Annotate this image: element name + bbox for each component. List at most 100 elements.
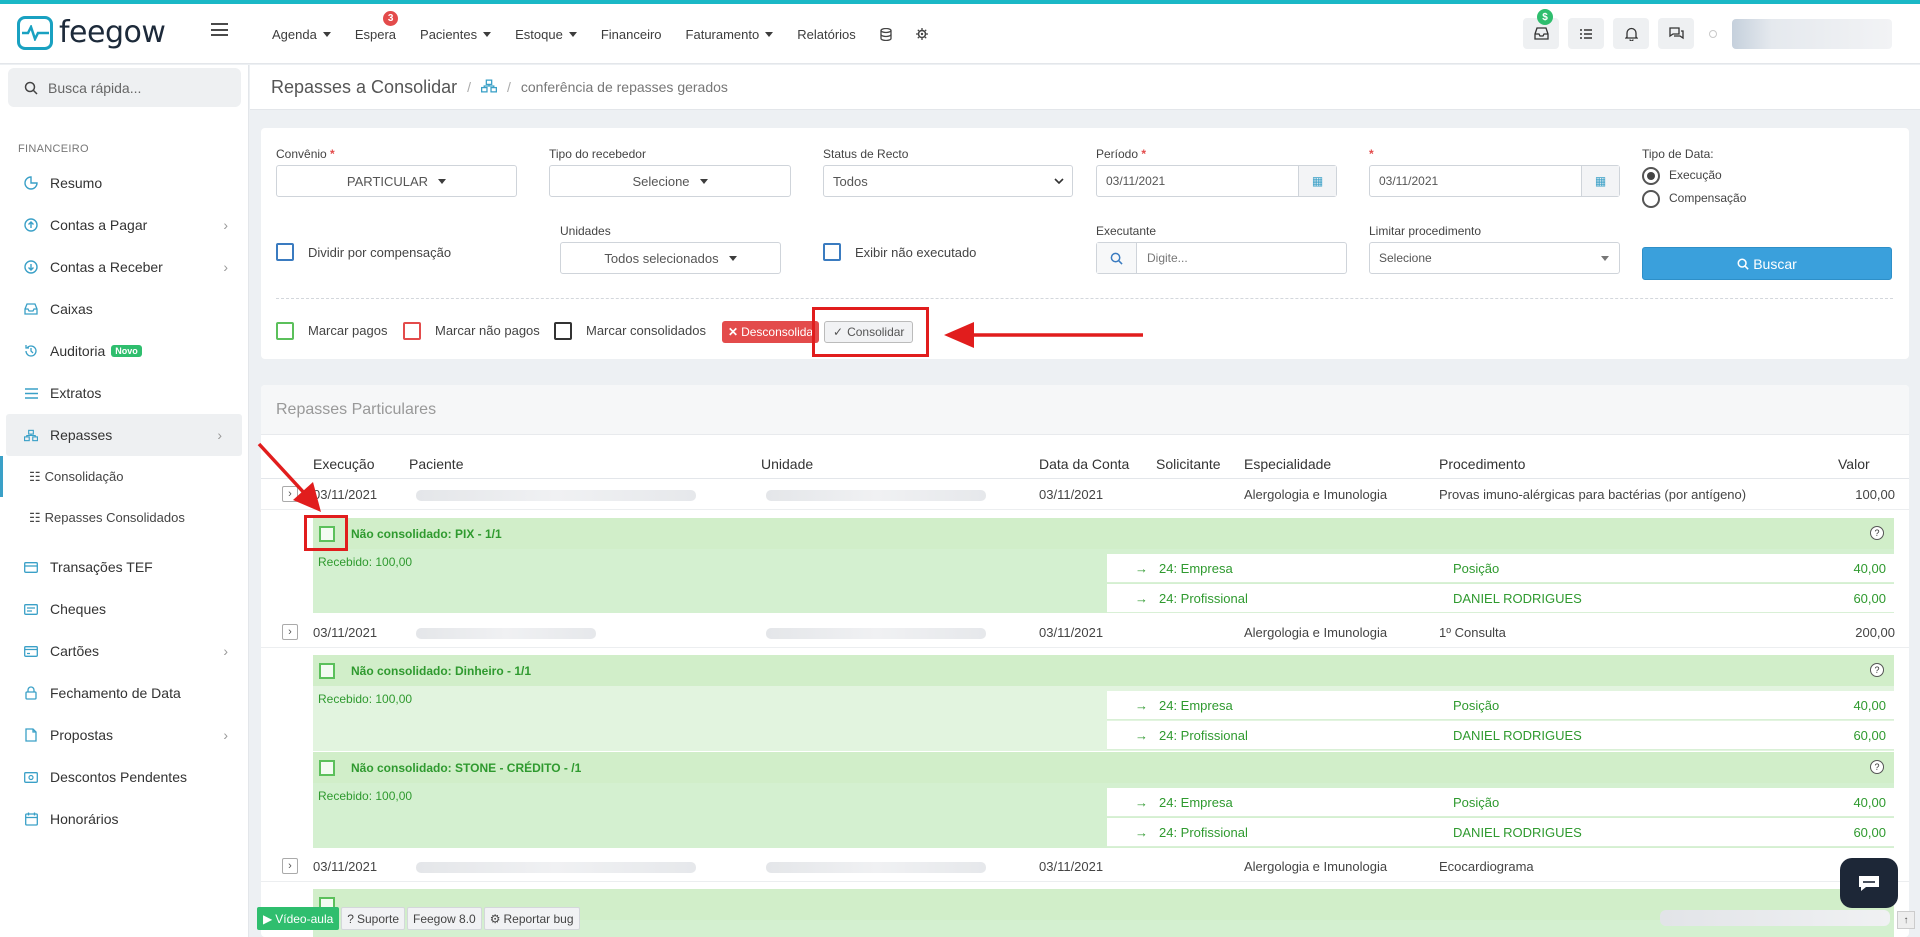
split-valor: 40,00	[1853, 561, 1886, 576]
suporte-button[interactable]: ? Suporte	[341, 907, 405, 930]
table-row[interactable]: › 03/11/2021 03/11/2021 Alergologia e Im…	[261, 480, 1909, 510]
chat-widget-button[interactable]	[1840, 858, 1898, 908]
table-row[interactable]: › 03/11/2021 03/11/2021 Alergologia e Im…	[261, 852, 1909, 882]
limitar-procedimento-label: Limitar procedimento	[1369, 224, 1482, 238]
tasks-button[interactable]	[1568, 18, 1604, 49]
periodo-inicio-input[interactable]: 03/11/2021 ▦	[1096, 165, 1337, 197]
marcar-nao-pagos-checkbox[interactable]	[403, 322, 421, 340]
chevron-right-icon[interactable]: ›	[282, 858, 298, 874]
split-nome: DANIEL RODRIGUES	[1453, 728, 1582, 743]
sidebar-item-auditoria[interactable]: Auditoria Novo	[0, 330, 248, 372]
sidebar-subitem-consolidacao[interactable]: ☷ Consolidação	[0, 456, 248, 497]
tipo-recebedor-select[interactable]: Selecione	[549, 165, 791, 197]
inbox-button[interactable]: $	[1523, 9, 1559, 49]
money-icon	[24, 770, 38, 784]
calendar-icon[interactable]: ▦	[1581, 166, 1619, 196]
unidades-select[interactable]: Todos selecionados	[560, 242, 781, 274]
sidebar-item-contas-a-receber[interactable]: Contas a Receber ›	[0, 246, 248, 288]
database-icon[interactable]	[880, 27, 892, 41]
chevron-right-icon[interactable]: ›	[282, 624, 298, 640]
payment-group: Não consolidado: STONE - CRÉDITO - /1 ? …	[313, 752, 1894, 848]
marcar-pagos-checkbox[interactable]	[276, 322, 294, 340]
dividir-compensacao-checkbox[interactable]	[276, 243, 294, 261]
table-row[interactable]: › 03/11/2021 03/11/2021 Alergologia e Im…	[261, 618, 1909, 648]
nav-espera[interactable]: Espera 3	[355, 10, 399, 42]
split-conta: 24: Profissional	[1159, 728, 1248, 743]
executante-input[interactable]: Digite...	[1096, 242, 1347, 274]
nav-faturamento[interactable]: Faturamento	[686, 27, 774, 42]
nav-pacientes[interactable]: Pacientes	[420, 27, 492, 42]
chevron-right-icon: ›	[217, 427, 222, 443]
sidebar-subitem-repasses-consolidados[interactable]: ☷ Repasses Consolidados	[0, 497, 248, 538]
status-select[interactable]: Todos	[823, 165, 1073, 197]
scroll-up-button[interactable]: ↑	[1897, 911, 1915, 929]
sidebar-item-caixas[interactable]: Caixas	[0, 288, 248, 330]
sidebar-item-honorarios[interactable]: Honorários	[0, 798, 248, 840]
sidebar-item-cartoes[interactable]: Cartões ›	[0, 630, 248, 672]
nav-agenda[interactable]: Agenda	[272, 27, 331, 42]
marcar-consolidados-label: Marcar consolidados	[586, 323, 706, 338]
cell-valor: 200,00	[1855, 625, 1895, 640]
consolidate-checkbox[interactable]	[319, 760, 335, 776]
reportar-bug-label: Reportar bug	[503, 911, 574, 926]
dividir-compensacao-label: Dividir por compensação	[308, 245, 452, 260]
chat-button[interactable]	[1658, 18, 1694, 49]
arrow-right-icon: →	[1135, 561, 1148, 576]
sidebar-item-cheques[interactable]: Cheques	[0, 588, 248, 630]
exibir-nao-executado-checkbox[interactable]	[823, 243, 841, 261]
sidebar-item-extratos[interactable]: Extratos	[0, 372, 248, 414]
user-menu-avatar[interactable]	[1732, 18, 1892, 49]
hierarchy-icon	[24, 428, 38, 442]
convenio-select[interactable]: PARTICULAR	[276, 165, 517, 197]
sidebar-item-transacoes-tef[interactable]: Transações TEF	[0, 546, 248, 588]
chevron-down-icon	[1601, 255, 1609, 261]
sidebar-section-title: FINANCEIRO	[18, 143, 89, 155]
marcar-consolidados-checkbox[interactable]	[554, 322, 572, 340]
sidebar-item-label: Resumo	[50, 175, 103, 191]
sidebar-subitem-label: Consolidação	[44, 469, 124, 484]
settings-gear-icon[interactable]	[915, 28, 928, 40]
status-label: Status de Recto	[823, 147, 909, 161]
sidebar-item-repasses[interactable]: Repasses ›	[6, 414, 242, 456]
recebido-value: Recebido: 100,00	[318, 555, 413, 569]
video-aula-button[interactable]: ▶ Vídeo-aula	[257, 907, 340, 930]
radio-execucao-label: Execução	[1669, 168, 1722, 182]
nav-financeiro[interactable]: Financeiro	[601, 27, 662, 42]
sidebar-item-fechamento-de-data[interactable]: Fechamento de Data	[0, 672, 248, 714]
limitar-procedimento-select[interactable]: Selecione	[1369, 242, 1620, 274]
periodo-fim-value: 03/11/2021	[1379, 174, 1439, 188]
page-title: Repasses a Consolidar	[271, 76, 458, 97]
buscar-button[interactable]: Buscar	[1642, 247, 1892, 280]
help-icon[interactable]: ?	[1870, 663, 1884, 677]
radio-execucao[interactable]	[1642, 167, 1660, 185]
logo-text: feegow	[59, 15, 166, 50]
desconsolidar-button[interactable]: ✕ Desconsolida	[722, 321, 820, 343]
help-icon[interactable]: ?	[1870, 760, 1884, 774]
radio-compensacao[interactable]	[1642, 190, 1660, 208]
split-row: → 24: Profissional DANIEL RODRIGUES 60,0…	[1107, 721, 1894, 750]
sidebar-item-propostas[interactable]: Propostas ›	[0, 714, 248, 756]
reportar-bug-button[interactable]: ⚙ Reportar bug	[483, 907, 580, 930]
calendar-icon[interactable]: ▦	[1298, 166, 1336, 196]
notifications-button[interactable]	[1613, 18, 1649, 49]
arrow-right-icon: →	[1135, 698, 1148, 713]
menu-toggle-icon[interactable]	[211, 23, 228, 36]
quick-search[interactable]	[8, 68, 241, 107]
top-bar: feegow Agenda Espera 3 Pacientes Estoque …	[0, 4, 1920, 64]
sidebar-item-contas-a-pagar[interactable]: Contas a Pagar ›	[0, 204, 248, 246]
help-icon[interactable]: ?	[1870, 526, 1884, 540]
feegow-logo[interactable]: feegow	[17, 15, 166, 50]
consolidate-checkbox[interactable]	[319, 663, 335, 679]
sidebar-item-label: Contas a Receber	[50, 259, 163, 275]
hierarchy-icon[interactable]	[481, 78, 497, 96]
quick-search-input[interactable]	[48, 79, 218, 96]
nav-relatorios[interactable]: Relatórios	[797, 27, 856, 42]
split-valor: 60,00	[1853, 825, 1886, 840]
sidebar-item-resumo[interactable]: Resumo	[0, 162, 248, 204]
nav-estoque[interactable]: Estoque	[515, 27, 577, 42]
arrow-down-circle-icon	[24, 260, 38, 274]
periodo-fim-input[interactable]: 03/11/2021 ▦	[1369, 165, 1620, 197]
tipo-recebedor-label: Tipo do recebedor	[549, 147, 646, 161]
unidades-label: Unidades	[560, 224, 611, 238]
sidebar-item-descontos-pendentes[interactable]: Descontos Pendentes	[0, 756, 248, 798]
